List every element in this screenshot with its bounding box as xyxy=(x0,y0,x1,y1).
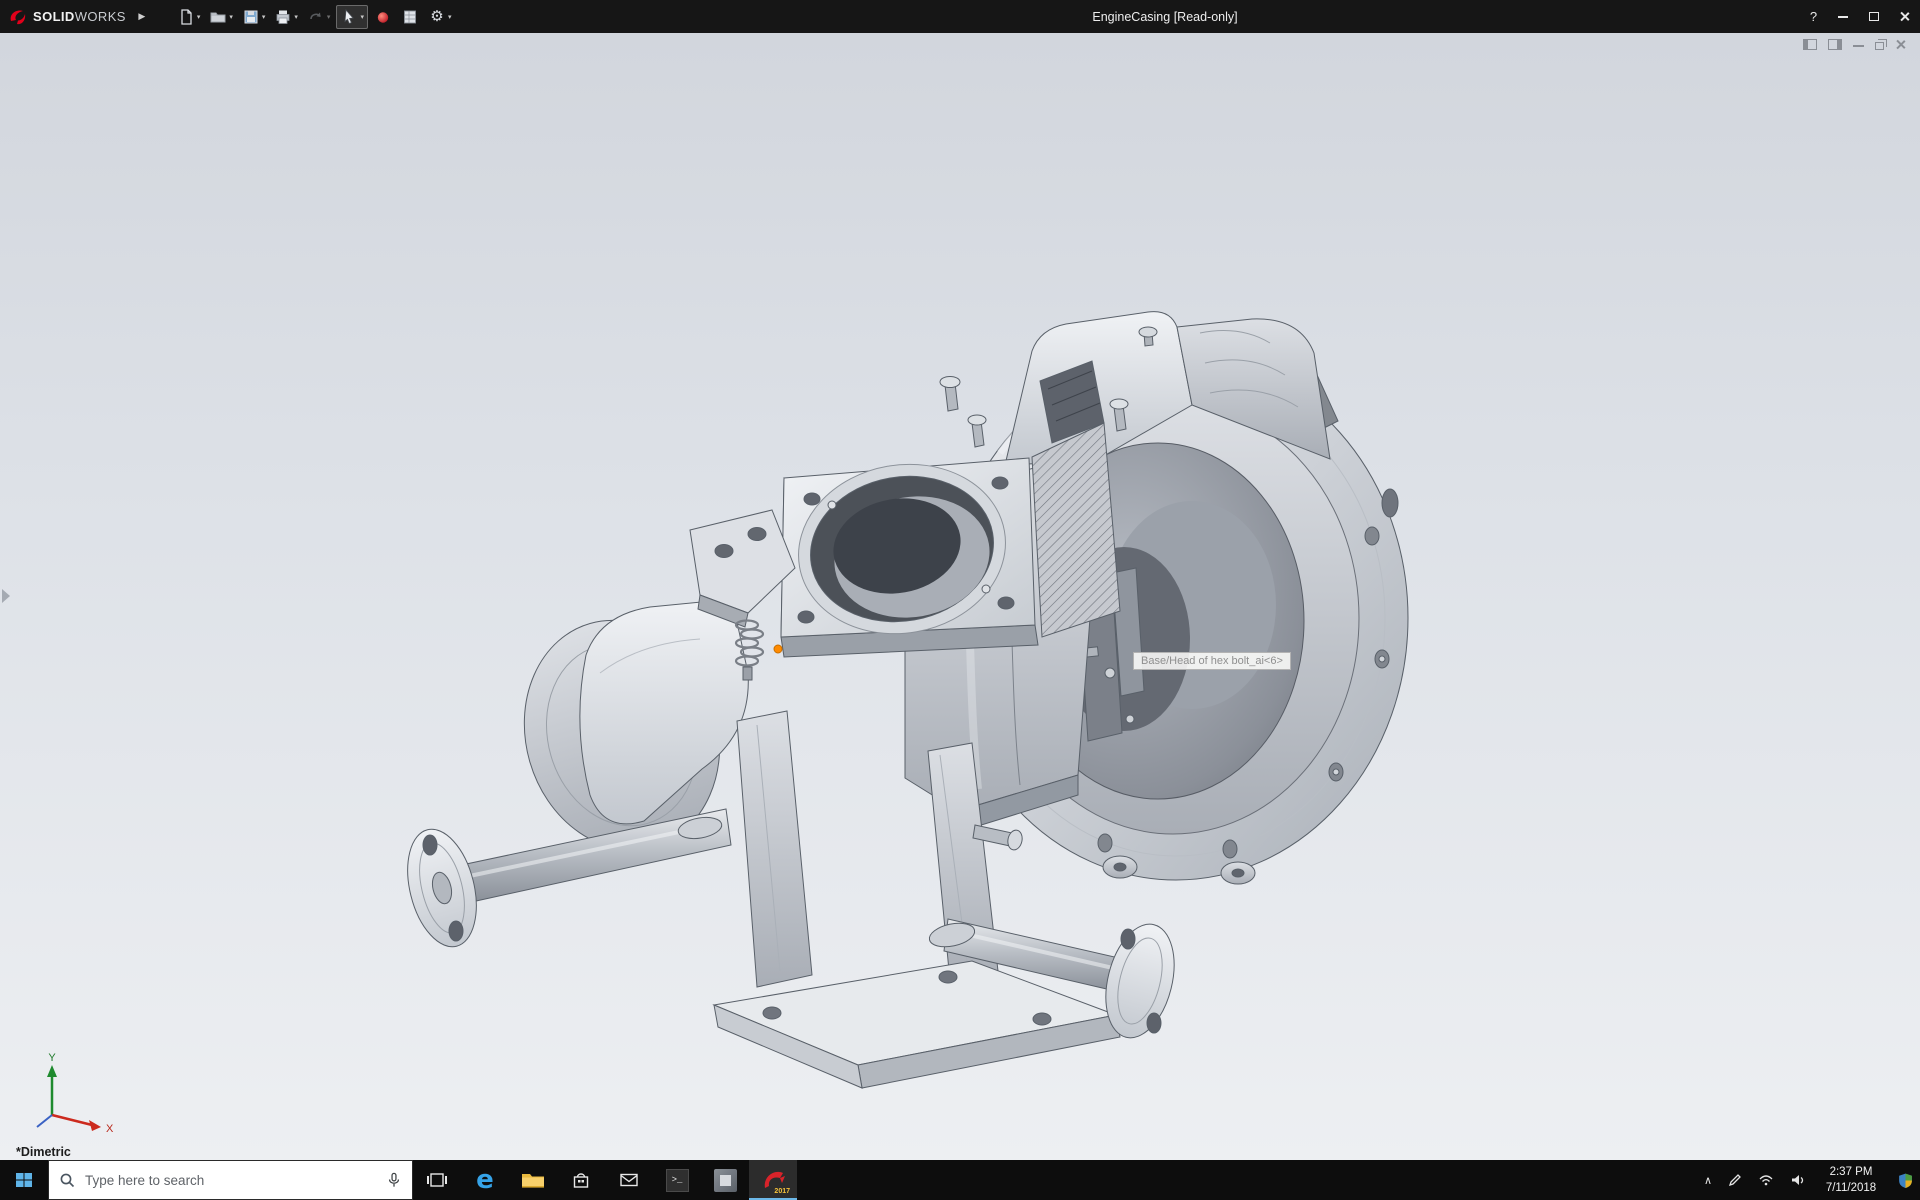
file-explorer-button[interactable] xyxy=(509,1160,557,1200)
undo-button[interactable]: ▾ xyxy=(304,6,334,28)
menu-flyout-arrow-icon[interactable]: ▶ xyxy=(134,12,150,22)
start-button[interactable] xyxy=(0,1160,48,1200)
triad-y-label: Y xyxy=(48,1052,56,1064)
dropdown-caret-icon[interactable]: ▾ xyxy=(294,13,298,21)
carburetor-flange[interactable] xyxy=(781,448,1038,657)
component-tooltip: Base/Head of hex bolt_ai<6> xyxy=(1133,652,1291,670)
print-icon xyxy=(274,8,292,26)
doc-close-icon[interactable] xyxy=(1895,39,1906,50)
mail-button[interactable] xyxy=(605,1160,653,1200)
document-title: EngineCasing [Read-only] xyxy=(1092,0,1237,33)
window-controls: ? xyxy=(1800,0,1920,33)
display-pane-icon[interactable] xyxy=(1828,39,1842,50)
file-explorer-icon xyxy=(521,1170,545,1190)
tray-expand-chevron-icon[interactable]: ∧ xyxy=(1704,1174,1712,1187)
taskbar: e >_ xyxy=(0,1160,1920,1200)
settings-button[interactable]: ⚙ ▾ xyxy=(425,6,455,28)
mail-icon xyxy=(618,1169,640,1191)
open-folder-icon xyxy=(209,8,227,26)
edge-icon: e xyxy=(476,1167,494,1193)
minimize-button[interactable] xyxy=(1827,0,1858,33)
store-button[interactable] xyxy=(557,1160,605,1200)
dropdown-caret-icon[interactable]: ▾ xyxy=(262,13,266,21)
orientation-triad[interactable]: Y X xyxy=(37,1052,114,1135)
solidworks-taskbar-button[interactable]: 2017 xyxy=(749,1160,797,1200)
selection-point[interactable] xyxy=(774,645,782,653)
dropdown-caret-icon[interactable]: ▾ xyxy=(448,13,452,21)
console-app-button[interactable]: >_ xyxy=(653,1160,701,1200)
dropdown-caret-icon[interactable]: ▾ xyxy=(229,13,233,21)
dropdown-caret-icon[interactable]: ▾ xyxy=(327,13,331,21)
system-tray: ∧ 2:37 PM 7/11/2018 xyxy=(1704,1160,1920,1200)
model-canvas: Y X xyxy=(0,33,1920,1160)
engine-casing-model[interactable] xyxy=(396,312,1408,1088)
close-icon xyxy=(1899,11,1910,22)
task-view-button[interactable] xyxy=(413,1160,461,1200)
save-icon xyxy=(242,8,260,26)
options-sheet-button[interactable] xyxy=(398,6,422,28)
tray-network-icon[interactable] xyxy=(1758,1172,1774,1188)
edge-button[interactable]: e xyxy=(461,1160,509,1200)
brand-text-works: WORKS xyxy=(75,9,126,24)
clock-time: 2:37 PM xyxy=(1820,1164,1882,1180)
open-button[interactable]: ▾ xyxy=(206,6,236,28)
left-axle-shaft[interactable] xyxy=(396,809,731,954)
tray-security-shield-icon[interactable] xyxy=(1897,1172,1914,1189)
appearance-bead-icon xyxy=(374,8,392,26)
maximize-button[interactable] xyxy=(1858,0,1889,33)
quick-access-toolbar: ▾ ▾ ▾ ▾ xyxy=(174,5,455,29)
solidworks-window: SOLIDWORKS ▶ ▾ ▾ ▾ xyxy=(0,0,1920,1200)
feature-tree-expand-arrow-icon[interactable] xyxy=(2,589,10,603)
console-icon: >_ xyxy=(666,1169,689,1192)
new-document-button[interactable]: ▾ xyxy=(174,6,204,28)
section-hatch-face[interactable] xyxy=(1032,423,1120,637)
sheet-icon xyxy=(401,8,419,26)
taskbar-search[interactable] xyxy=(48,1160,413,1200)
triad-x-label: X xyxy=(106,1123,114,1135)
pinned-app-button[interactable] xyxy=(701,1160,749,1200)
pinned-app-icon xyxy=(714,1169,737,1192)
ds-logo-icon xyxy=(8,7,28,27)
titlebar: SOLIDWORKS ▶ ▾ ▾ ▾ xyxy=(0,0,1920,33)
help-button[interactable]: ? xyxy=(1800,0,1827,33)
tray-volume-icon[interactable] xyxy=(1789,1172,1805,1188)
maximize-icon xyxy=(1869,12,1879,21)
microphone-icon[interactable] xyxy=(386,1171,402,1189)
dropdown-caret-icon[interactable]: ▾ xyxy=(197,13,201,21)
search-input[interactable] xyxy=(85,1173,377,1188)
gear-icon: ⚙ xyxy=(430,9,443,24)
document-window-controls xyxy=(1803,39,1906,50)
doc-minimize-icon[interactable] xyxy=(1853,45,1864,47)
undo-icon xyxy=(307,8,325,26)
taskbar-clock[interactable]: 2:37 PM 7/11/2018 xyxy=(1820,1164,1882,1196)
appearance-button[interactable] xyxy=(371,6,395,28)
solidworks-logo: SOLIDWORKS xyxy=(0,7,126,27)
store-icon xyxy=(570,1169,592,1191)
doc-restore-icon[interactable] xyxy=(1875,42,1884,50)
feature-pane-icon[interactable] xyxy=(1803,39,1817,50)
graphics-viewport[interactable]: Y X Base/Head of hex bolt_ai<6> *Dimetri… xyxy=(0,33,1920,1160)
dropdown-caret-icon[interactable]: ▾ xyxy=(360,13,364,21)
clock-date: 7/11/2018 xyxy=(1820,1180,1882,1196)
solidworks-version-badge: 2017 xyxy=(774,1188,790,1195)
minimize-icon xyxy=(1838,16,1848,18)
select-button[interactable]: ▾ xyxy=(336,5,368,29)
close-button[interactable] xyxy=(1889,0,1920,33)
task-view-icon xyxy=(426,1169,448,1191)
tray-pen-icon[interactable] xyxy=(1727,1172,1743,1188)
select-cursor-icon xyxy=(340,8,358,26)
view-orientation-label: *Dimetric xyxy=(16,1145,71,1159)
print-button[interactable]: ▾ xyxy=(271,6,301,28)
brand-text-solid: SOLID xyxy=(33,9,75,24)
new-document-icon xyxy=(177,8,195,26)
save-button[interactable]: ▾ xyxy=(239,6,269,28)
windows-logo-icon xyxy=(14,1170,34,1190)
search-icon xyxy=(59,1172,76,1189)
